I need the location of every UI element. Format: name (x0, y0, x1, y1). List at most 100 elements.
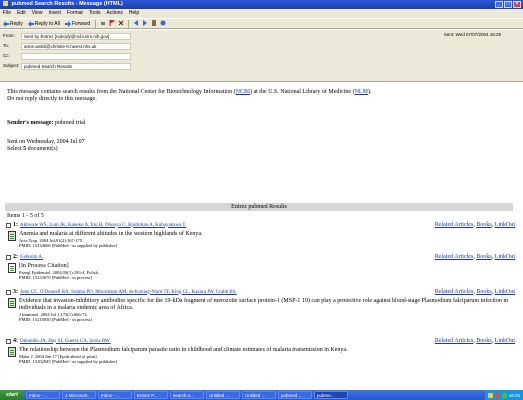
result-authors-link[interactable]: Gelknitz A. (20, 255, 43, 260)
no-reply-note: Do not reply directly to this message. (7, 96, 97, 102)
print-icon[interactable] (100, 20, 106, 28)
subject-label: Subject: (3, 63, 20, 68)
cc-field[interactable] (21, 53, 131, 60)
abstract-icon[interactable] (8, 298, 16, 308)
sender-message: Sender's message: pubmed trial (7, 120, 86, 127)
sent-timestamp: Sent: Wed 07/07/2004 16:25 (443, 32, 501, 37)
document-icon[interactable] (8, 263, 16, 273)
from-field[interactable]: Sent by Entrez [nobody@ncbi.nlm.nih.gov] (21, 33, 131, 40)
result-pmid: PMID: 15234666 [PubMed - as supplied by … (19, 243, 118, 248)
results-banner: Entrez pubmed Results (5, 203, 513, 211)
taskbar-item[interactable]: Untitled ... (206, 391, 240, 399)
ncbi-link[interactable]: NCBI (236, 89, 250, 95)
to-row: To: anne.webb@christie-tr.nwest.nhs.uk (3, 43, 131, 50)
result-checkbox[interactable] (6, 338, 11, 344)
result-links-2: Related Articles, Books, LinkOut (434, 254, 515, 260)
result-body-3: Evidence that invasion-inhibitory antibo… (19, 298, 509, 322)
menu-tools[interactable]: Tools (89, 9, 101, 18)
subject-row: Subject: pubmed Search Results (3, 63, 131, 70)
result-checkbox[interactable] (6, 254, 11, 260)
intro-text: ) at the U.S. National Library of Medici… (249, 89, 355, 95)
sender-message-label: Sender's message: (7, 120, 54, 126)
items-range: Items 1 - 5 of 5 (7, 213, 44, 219)
flag-icon[interactable] (109, 19, 116, 28)
menu-view[interactable]: View (32, 9, 43, 18)
nlm-link[interactable]: NLM (355, 89, 368, 95)
taskbar-item-active[interactable]: pubme... (314, 391, 348, 399)
reply-all-button[interactable]: Reply to All (27, 20, 61, 27)
result-authors-link[interactable]: John CC, O'Donnell RA, Sumba PO, Moorman… (20, 290, 237, 295)
reply-icon (3, 20, 9, 27)
sent-on-text: Sent on Wednesday, 2004 Jul 07 (7, 139, 85, 145)
abstract-icon[interactable] (8, 231, 16, 241)
taskbar-item[interactable]: Untitled ... (242, 391, 276, 399)
result-links-3: Related Articles, Books, LinkOut (434, 289, 515, 295)
result-checkbox[interactable] (6, 222, 11, 228)
menu-insert[interactable]: Insert (48, 9, 61, 18)
result-checkbox[interactable] (6, 289, 11, 295)
books-link[interactable]: Books (476, 222, 491, 228)
taskbar-item[interactable]: 2 Microsoft... (62, 391, 96, 399)
window-title: pubmed Search Results - Message (HTML) (11, 1, 123, 7)
from-row: From: Sent by Entrez [nobody@ncbi.nlm.ni… (3, 33, 131, 40)
menu-edit[interactable]: Edit (17, 9, 26, 18)
related-articles-link[interactable]: Related Articles (435, 254, 474, 260)
forward-button[interactable]: Forward (64, 20, 91, 27)
subject-field[interactable]: pubmed Search Results (21, 63, 131, 70)
tray-icon[interactable] (501, 392, 507, 398)
linkout-link[interactable]: LinkOut (495, 289, 515, 295)
result-row-4: 4: Omumbo JA, Hay SI, Guerra CA, Snow RW… (6, 338, 111, 344)
menu-format[interactable]: Format (67, 9, 83, 18)
related-articles-link[interactable]: Related Articles (435, 222, 474, 228)
related-articles-link[interactable]: Related Articles (435, 338, 474, 344)
reply-all-icon (27, 20, 34, 27)
result-authors-link[interactable]: Omumbo JA, Hay SI, Guerra CA, Snow RW. (20, 339, 111, 344)
result-row-1: 1: Akhwale WS, Lum JK, Kaneko A, Eto H, … (6, 222, 186, 228)
books-link[interactable]: Books (476, 289, 491, 295)
help-icon[interactable] (160, 20, 166, 28)
related-articles-link[interactable]: Related Articles (435, 289, 474, 295)
result-number: 4: (13, 338, 18, 344)
intro-text: ). (367, 89, 372, 95)
taskbar-item[interactable]: search o... (170, 391, 204, 399)
result-authors-link[interactable]: Akhwale WS, Lum JK, Kaneko A, Eto H, Obo… (20, 223, 186, 228)
from-label: From: (3, 33, 15, 38)
taskbar-item[interactable]: Inbox - ... (26, 391, 60, 399)
reply-label: Reply (10, 20, 23, 27)
to-field[interactable]: anne.webb@christie-tr.nwest.nhs.uk (21, 43, 131, 50)
tray-icon[interactable] (494, 392, 500, 398)
linkout-link[interactable]: LinkOut (495, 254, 515, 260)
menu-file[interactable]: File (3, 9, 11, 18)
previous-icon[interactable] (133, 19, 139, 28)
minimize-button[interactable]: _ (495, 1, 503, 8)
menu-help[interactable]: Help (129, 9, 139, 18)
menu-actions[interactable]: Actions (106, 9, 122, 18)
next-icon[interactable] (142, 19, 148, 28)
sent-on-block: Sent on Wednesday, 2004 Jul 07 Select 5 … (7, 139, 85, 153)
cc-label: Cc: (3, 53, 10, 58)
taskbar-item[interactable]: Entrez P... (134, 391, 168, 399)
close-button[interactable]: × (513, 1, 521, 8)
result-title: [In Process Citation] (19, 263, 69, 269)
result-pmid: PMID: 15210830 [PubMed - in process] (19, 317, 92, 322)
reply-button[interactable]: Reply (2, 20, 24, 27)
books-link[interactable]: Books (476, 338, 491, 344)
maximize-button[interactable]: □ (504, 1, 512, 8)
abstract-icon[interactable] (8, 347, 16, 357)
tray-icon[interactable] (487, 392, 493, 398)
result-title: The relationship between the Plasmodium … (19, 347, 348, 353)
message-body: This message contains search results fro… (0, 83, 523, 390)
linkout-link[interactable]: LinkOut (495, 338, 515, 344)
result-number: 1: (13, 222, 18, 228)
start-button[interactable]: start (0, 390, 24, 400)
address-book-icon[interactable] (151, 19, 157, 28)
delete-icon[interactable] (118, 20, 124, 28)
books-link[interactable]: Books (476, 254, 491, 260)
taskbar-item[interactable]: Inbox - ... (98, 391, 132, 399)
intro-paragraph: This message contains search results fro… (7, 89, 371, 103)
taskbar-item[interactable]: pubmed ... (278, 391, 312, 399)
result-row-2: 2: Gelknitz A. (6, 254, 43, 260)
linkout-link[interactable]: LinkOut (495, 222, 515, 228)
select-text: document(s) (26, 146, 58, 152)
forward-label: Forward (71, 20, 91, 27)
